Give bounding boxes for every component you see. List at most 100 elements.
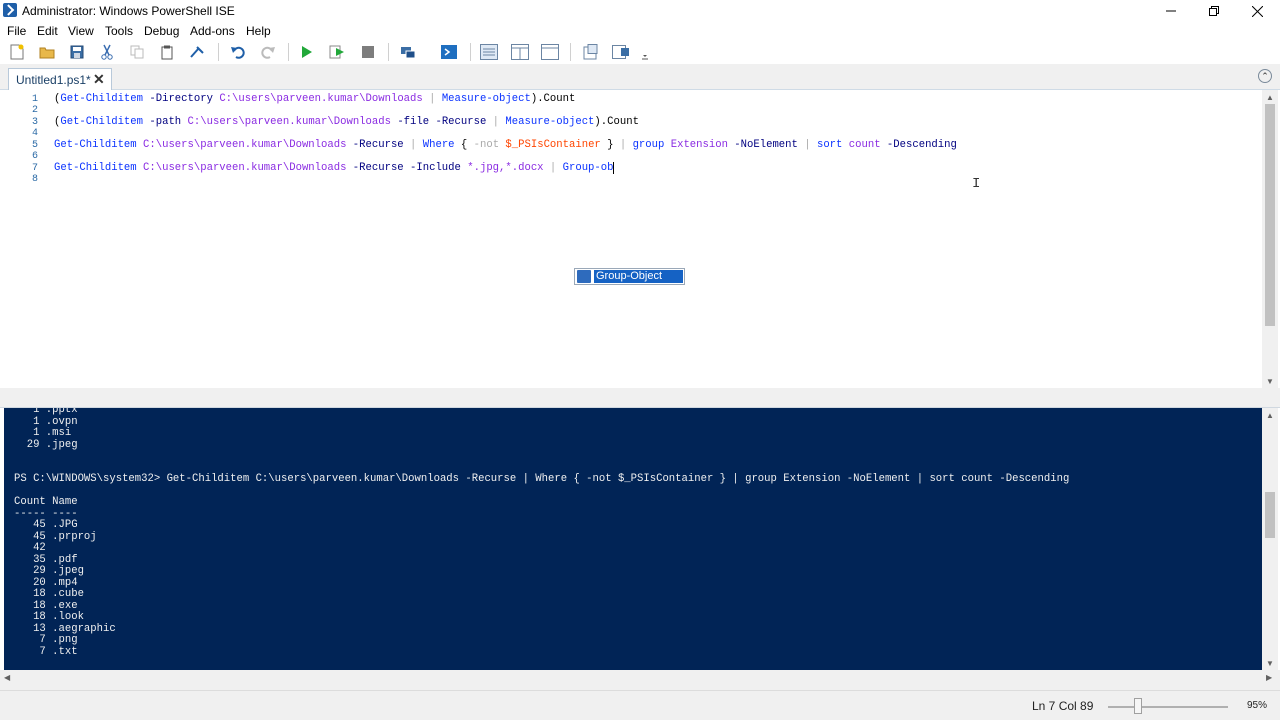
- code-token: Get-Childitem: [54, 139, 137, 151]
- menu-bar: File Edit View Tools Debug Add-ons Help: [0, 22, 1280, 40]
- code-token: |: [422, 93, 442, 105]
- open-folder-icon[interactable]: [38, 43, 56, 61]
- console-line: PS C:\WINDOWS\system32> Get-Childitem C:…: [14, 473, 1070, 485]
- line-number-gutter: 12345678: [4, 90, 44, 388]
- status-bar: Ln 7 Col 89 95%: [0, 690, 1280, 720]
- pane-splitter[interactable]: [0, 388, 1280, 408]
- restore-button[interactable]: [1191, 0, 1237, 22]
- code-token: Where: [422, 139, 455, 151]
- copy-icon[interactable]: [128, 43, 146, 61]
- code-line[interactable]: Get-Childitem C:\users\parveen.kumar\Dow…: [54, 139, 957, 151]
- line-number: 5: [31, 140, 38, 151]
- code-token: {: [454, 139, 474, 151]
- scroll-up-icon[interactable]: ▲: [1262, 408, 1278, 422]
- code-token: Get-Childitem: [54, 162, 137, 174]
- console-line: 18 .cube: [14, 588, 84, 600]
- code-token: -Descending: [880, 139, 957, 151]
- new-file-icon[interactable]: [8, 43, 26, 61]
- close-icon: [1251, 5, 1263, 17]
- code-token: -NoElement: [727, 139, 798, 151]
- scrollbar-thumb[interactable]: [1265, 104, 1275, 326]
- cursor-position: Ln 7 Col 89: [1032, 699, 1094, 713]
- console-pane[interactable]: 1 .pptx 1 .ovpn 1 .msi 29 .jpeg PS C:\WIN…: [4, 408, 1262, 670]
- code-token: group: [632, 139, 665, 151]
- scroll-down-icon[interactable]: ▼: [1262, 374, 1278, 388]
- scroll-up-icon[interactable]: ▲: [1262, 90, 1278, 104]
- undo-icon[interactable]: [229, 43, 247, 61]
- powershell-console-icon[interactable]: [440, 43, 458, 61]
- menu-edit[interactable]: Edit: [37, 24, 58, 38]
- console-line: 7 .png: [14, 634, 78, 646]
- console-line: 29 .jpeg: [14, 565, 84, 577]
- code-line[interactable]: Get-Childitem C:\users\parveen.kumar\Dow…: [54, 162, 613, 174]
- line-number: 1: [31, 94, 38, 105]
- show-script-pane-top-icon[interactable]: [480, 43, 498, 61]
- redo-icon[interactable]: [259, 43, 277, 61]
- scroll-down-icon[interactable]: ▼: [1262, 656, 1278, 670]
- menu-file[interactable]: File: [7, 24, 26, 38]
- code-token: Get-Childitem: [60, 116, 144, 128]
- show-script-pane-right-icon[interactable]: [511, 43, 529, 61]
- scrollbar-thumb[interactable]: [1265, 492, 1275, 538]
- code-token: ).Count: [530, 93, 576, 105]
- script-editor[interactable]: 12345678 (Get-Childitem -Directory C:\us…: [4, 90, 1262, 388]
- code-token: -path: [143, 116, 188, 128]
- show-script-pane-max-icon[interactable]: [541, 43, 559, 61]
- console-vertical-scrollbar[interactable]: ▲ ▼: [1262, 408, 1278, 670]
- code-token: Measure-object: [505, 116, 595, 128]
- editor-vertical-scrollbar[interactable]: ▲ ▼: [1262, 90, 1278, 388]
- line-number: 4: [31, 128, 38, 139]
- show-command-addon-icon[interactable]: [612, 43, 630, 61]
- clear-icon[interactable]: [188, 43, 206, 61]
- scroll-right-icon[interactable]: ▶: [1266, 673, 1272, 682]
- code-token: C:\users\parveen.kumar\Downloads: [219, 93, 423, 105]
- tab-label: Untitled1.ps1*: [16, 73, 91, 87]
- intellisense-item-selected[interactable]: Group-Object: [594, 270, 683, 283]
- console-line: 42: [14, 542, 46, 554]
- zoom-slider-thumb[interactable]: [1134, 698, 1142, 714]
- toolbar-separator: [470, 43, 471, 61]
- restore-icon: [1209, 6, 1219, 16]
- menu-addons[interactable]: Add-ons: [190, 24, 235, 38]
- code-token: -not: [473, 139, 500, 151]
- line-number: 3: [31, 117, 38, 128]
- code-token: sort: [816, 139, 843, 151]
- menu-help[interactable]: Help: [246, 24, 271, 38]
- tab-untitled1[interactable]: Untitled1.ps1* ✕: [8, 68, 112, 90]
- code-token: Measure-object: [441, 93, 531, 105]
- tab-close-icon[interactable]: ✕: [93, 71, 105, 88]
- line-number: 2: [31, 105, 38, 116]
- run-icon[interactable]: [298, 43, 316, 61]
- stop-icon[interactable]: [359, 43, 377, 61]
- code-token: Group-ob: [562, 162, 614, 174]
- menu-tools[interactable]: Tools: [105, 24, 133, 38]
- menu-view[interactable]: View: [68, 24, 94, 38]
- title-bar: Administrator: Windows PowerShell ISE: [0, 0, 1280, 22]
- run-selection-icon[interactable]: [328, 43, 346, 61]
- minimize-icon: [1166, 10, 1176, 12]
- console-line: 35 .pdf: [14, 553, 78, 566]
- collapse-script-pane-icon[interactable]: ⌃: [1258, 69, 1272, 83]
- save-icon[interactable]: [68, 43, 86, 61]
- scroll-left-icon[interactable]: ◀: [4, 673, 10, 682]
- remote-powershell-icon[interactable]: [399, 43, 417, 61]
- code-token: |: [403, 139, 423, 151]
- intellisense-popup: Group-Object: [574, 268, 685, 285]
- line-number: 7: [31, 163, 38, 174]
- cmdlet-icon: [577, 270, 591, 283]
- code-line[interactable]: (Get-Childitem -path C:\users\parveen.ku…: [54, 116, 639, 128]
- show-commands-icon[interactable]: [582, 43, 600, 61]
- horizontal-scrollbar[interactable]: ◀ ▶: [0, 670, 1280, 690]
- zoom-level: 95%: [1247, 700, 1268, 711]
- close-button[interactable]: [1234, 0, 1280, 22]
- code-token: -Recurse -Include: [346, 162, 468, 174]
- code-line[interactable]: (Get-Childitem -Directory C:\users\parve…: [54, 93, 575, 105]
- code-token: $_PSIsContainer: [499, 139, 601, 151]
- cut-icon[interactable]: [98, 43, 116, 61]
- console-line: 13 .aegraphic: [14, 622, 116, 635]
- zoom-slider-track[interactable]: [1108, 706, 1228, 708]
- paste-icon[interactable]: [158, 43, 176, 61]
- code-token: -Directory: [143, 93, 220, 105]
- minimize-button[interactable]: [1148, 0, 1194, 22]
- menu-debug[interactable]: Debug: [144, 24, 179, 38]
